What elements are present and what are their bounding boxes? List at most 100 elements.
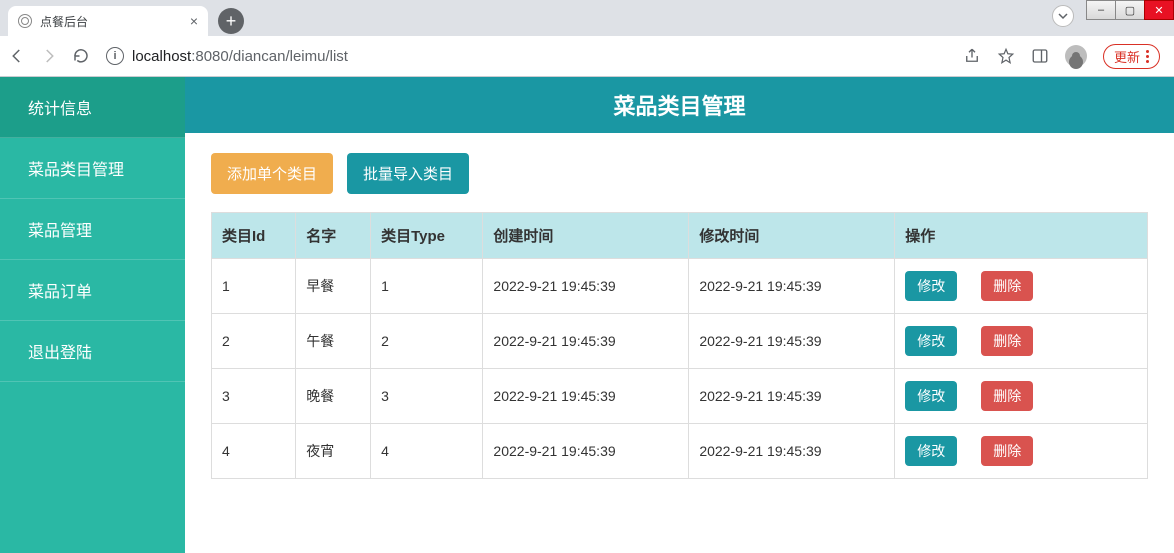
cell-ops: 修改删除 [895, 314, 1148, 369]
col-name: 名字 [296, 213, 371, 259]
add-single-category-button[interactable]: 添加单个类目 [211, 153, 333, 194]
kebab-icon [1146, 50, 1149, 63]
sidebar-item-stats[interactable]: 统计信息 [0, 77, 185, 138]
edit-button[interactable]: 修改 [905, 436, 957, 466]
sidebar-item-logout[interactable]: 退出登陆 [0, 321, 185, 382]
tab-title: 点餐后台 [40, 13, 88, 30]
delete-button[interactable]: 删除 [981, 436, 1033, 466]
cell-name: 午餐 [296, 314, 371, 369]
bookmark-button[interactable] [997, 47, 1015, 65]
nav-icons [8, 47, 90, 65]
col-type: 类目Type [371, 213, 483, 259]
app-root: 统计信息 菜品类目管理 菜品管理 菜品订单 退出登陆 菜品类目管理 添加单个类目… [0, 77, 1174, 553]
cell-id: 2 [212, 314, 296, 369]
arrow-left-icon [8, 47, 26, 65]
table-header: 类目Id 名字 类目Type 创建时间 修改时间 操作 [212, 213, 1148, 259]
new-tab-button[interactable]: + [218, 8, 244, 34]
window-maximize[interactable]: ▢ [1115, 0, 1145, 20]
table-body: 1早餐12022-9-21 19:45:392022-9-21 19:45:39… [212, 259, 1148, 479]
delete-button[interactable]: 删除 [981, 271, 1033, 301]
close-tab-icon[interactable]: × [190, 13, 198, 29]
profile-avatar[interactable] [1065, 45, 1087, 67]
bulk-import-category-button[interactable]: 批量导入类目 [347, 153, 469, 194]
browser-tab[interactable]: 点餐后台 × [8, 6, 208, 36]
arrow-right-icon [40, 47, 58, 65]
col-created: 创建时间 [483, 213, 689, 259]
cell-id: 1 [212, 259, 296, 314]
cell-modified: 2022-9-21 19:45:39 [689, 314, 895, 369]
chevron-down-icon [1058, 11, 1068, 21]
main-content: 菜品类目管理 添加单个类目 批量导入类目 类目Id [185, 77, 1174, 553]
share-button[interactable] [963, 47, 981, 65]
reload-button[interactable] [72, 47, 90, 65]
table-row: 2午餐22022-9-21 19:45:392022-9-21 19:45:39… [212, 314, 1148, 369]
page-title: 菜品类目管理 [185, 77, 1174, 133]
cell-modified: 2022-9-21 19:45:39 [689, 369, 895, 424]
cell-name: 早餐 [296, 259, 371, 314]
cell-ops: 修改删除 [895, 424, 1148, 479]
page-title-text: 菜品类目管理 [613, 94, 745, 119]
cell-created: 2022-9-21 19:45:39 [483, 259, 689, 314]
share-icon [963, 47, 981, 65]
site-info-icon[interactable]: i [106, 47, 124, 65]
forward-button[interactable] [40, 47, 58, 65]
sidebar-item-label: 菜品订单 [28, 284, 92, 301]
window-close[interactable]: ✕ [1144, 0, 1174, 20]
sidebar-item-label: 菜品类目管理 [28, 162, 124, 179]
cell-ops: 修改删除 [895, 369, 1148, 424]
browser-chrome: – ▢ ✕ 点餐后台 × + i localhost:808 [0, 0, 1174, 77]
table-row: 3晚餐32022-9-21 19:45:392022-9-21 19:45:39… [212, 369, 1148, 424]
toolbar-right-icons: 更新 [963, 44, 1166, 69]
action-bar: 添加单个类目 批量导入类目 [211, 153, 1148, 194]
cell-created: 2022-9-21 19:45:39 [483, 314, 689, 369]
edit-button[interactable]: 修改 [905, 326, 957, 356]
reload-icon [72, 47, 90, 65]
cell-name: 晚餐 [296, 369, 371, 424]
sidebar: 统计信息 菜品类目管理 菜品管理 菜品订单 退出登陆 [0, 77, 185, 553]
side-panel-icon [1031, 47, 1049, 65]
browser-toolbar: i localhost:8080/diancan/leimu/list 更新 [0, 36, 1174, 76]
side-panel-button[interactable] [1031, 47, 1049, 65]
col-modified: 修改时间 [689, 213, 895, 259]
cell-created: 2022-9-21 19:45:39 [483, 369, 689, 424]
sidebar-item-orders[interactable]: 菜品订单 [0, 260, 185, 321]
category-table: 类目Id 名字 类目Type 创建时间 修改时间 操作 1早餐12022-9-2… [211, 212, 1148, 479]
sidebar-item-label: 退出登陆 [28, 345, 92, 362]
window-minimize[interactable]: – [1086, 0, 1116, 20]
button-label: 添加单个类目 [227, 166, 317, 183]
button-label: 批量导入类目 [363, 166, 453, 183]
delete-button[interactable]: 删除 [981, 326, 1033, 356]
url-text: localhost:8080/diancan/leimu/list [132, 48, 348, 65]
back-button[interactable] [8, 47, 26, 65]
window-controls: – ▢ ✕ [1087, 0, 1174, 22]
sidebar-item-category-manage[interactable]: 菜品类目管理 [0, 138, 185, 199]
sidebar-item-dish-manage[interactable]: 菜品管理 [0, 199, 185, 260]
cell-type: 3 [371, 369, 483, 424]
col-ops: 操作 [895, 213, 1148, 259]
hidden-tabs-button[interactable] [1052, 5, 1074, 27]
edit-button[interactable]: 修改 [905, 271, 957, 301]
cell-type: 2 [371, 314, 483, 369]
update-label: 更新 [1114, 47, 1140, 66]
delete-button[interactable]: 删除 [981, 381, 1033, 411]
cell-id: 4 [212, 424, 296, 479]
content-area: 添加单个类目 批量导入类目 类目Id 名字 类目Type 创建时间 [185, 133, 1174, 499]
table-row: 4夜宵42022-9-21 19:45:392022-9-21 19:45:39… [212, 424, 1148, 479]
browser-update-button[interactable]: 更新 [1103, 44, 1160, 69]
address-bar[interactable]: i localhost:8080/diancan/leimu/list [100, 47, 953, 65]
tab-strip: 点餐后台 × + [0, 0, 1174, 36]
cell-modified: 2022-9-21 19:45:39 [689, 259, 895, 314]
cell-created: 2022-9-21 19:45:39 [483, 424, 689, 479]
cell-type: 4 [371, 424, 483, 479]
globe-icon [18, 14, 32, 28]
cell-ops: 修改删除 [895, 259, 1148, 314]
edit-button[interactable]: 修改 [905, 381, 957, 411]
sidebar-item-label: 菜品管理 [28, 223, 92, 240]
col-id: 类目Id [212, 213, 296, 259]
cell-modified: 2022-9-21 19:45:39 [689, 424, 895, 479]
cell-type: 1 [371, 259, 483, 314]
cell-id: 3 [212, 369, 296, 424]
star-icon [997, 47, 1015, 65]
sidebar-item-label: 统计信息 [28, 101, 92, 118]
table-row: 1早餐12022-9-21 19:45:392022-9-21 19:45:39… [212, 259, 1148, 314]
